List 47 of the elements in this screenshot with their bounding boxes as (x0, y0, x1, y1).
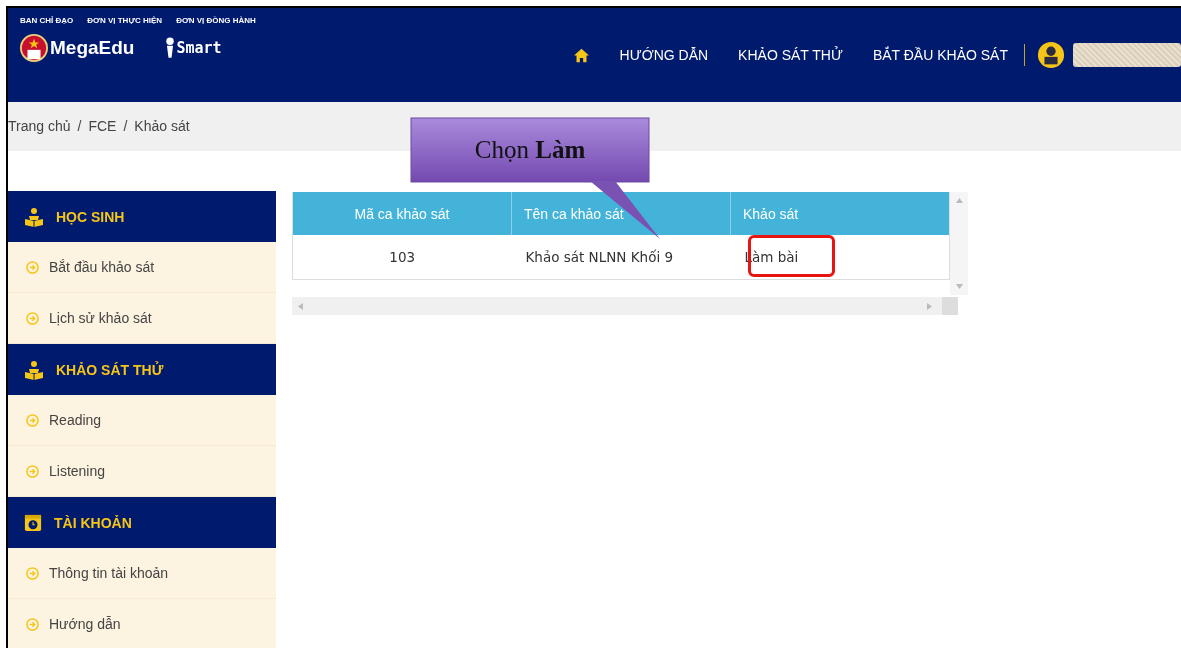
scroll-up-icon[interactable] (955, 198, 963, 203)
horizontal-scrollbar[interactable] (292, 297, 958, 315)
logo-text: Smart (176, 39, 222, 57)
sidebar-item[interactable]: Hướng dẫn (8, 599, 276, 648)
breadcrumb-separator: / (123, 118, 128, 135)
scroll-right-icon[interactable] (927, 302, 932, 310)
section-title: HỌC SINH (56, 208, 125, 225)
arrow-circle-icon (26, 413, 39, 427)
scrollbar-corner (942, 297, 958, 315)
arrow-circle-icon (26, 311, 39, 325)
arrow-circle-icon (26, 260, 39, 274)
nav-link[interactable]: KHẢO SÁT THỬ (738, 47, 843, 63)
partner-label: ĐƠN VỊ THỰC HIỆN (87, 16, 163, 25)
column-header: Mã ca khảo sát (292, 192, 512, 235)
reader-icon (24, 206, 44, 227)
logo-text: MegaEdu (50, 37, 135, 59)
arrow-circle-icon (26, 617, 39, 631)
sidebar-item[interactable]: Reading (8, 395, 276, 446)
section-title: TÀI KHOẢN (54, 514, 132, 531)
partner-label: ĐƠN VỊ ĐỒNG HÀNH (176, 16, 256, 25)
partner-label: BAN CHỈ ĐẠO (20, 16, 74, 25)
sidebar-item[interactable]: Listening (8, 446, 276, 497)
arrow-circle-icon (26, 464, 39, 478)
figure-icon (164, 35, 177, 61)
breadcrumb-current: Khảo sát (134, 118, 190, 135)
breadcrumb-link[interactable]: FCE (88, 118, 117, 135)
sidebar-item[interactable]: Lịch sử khảo sát (8, 293, 276, 344)
sidebar-item[interactable]: Bắt đầu khảo sát (8, 242, 276, 293)
sidebar-item[interactable]: Thông tin tài khoản (8, 548, 276, 599)
nav-link[interactable]: HƯỚNG DẪN (619, 47, 709, 63)
reader-icon (24, 359, 44, 380)
column-header: Tên ca khảo sát (511, 192, 731, 235)
avatar-icon[interactable] (1037, 41, 1065, 69)
home-icon[interactable] (572, 47, 590, 63)
table-cell: 103 (292, 235, 512, 280)
scroll-down-icon[interactable] (955, 284, 963, 289)
arrow-circle-icon (26, 566, 39, 580)
nav-link[interactable]: BẮT ĐẦU KHẢO SÁT (872, 47, 1008, 63)
table-cell: Khảo sát NLNN Khối 9 (511, 235, 731, 280)
emblem-icon (20, 31, 48, 65)
breadcrumb-separator: / (77, 118, 82, 135)
clock-icon (24, 513, 42, 532)
section-title: KHẢO SÁT THỬ (56, 361, 164, 378)
vertical-scrollbar[interactable] (950, 192, 968, 295)
scroll-left-icon[interactable] (298, 302, 303, 310)
column-header: Khảo sát (730, 192, 950, 235)
breadcrumb-link[interactable]: Trang chủ (8, 118, 71, 135)
